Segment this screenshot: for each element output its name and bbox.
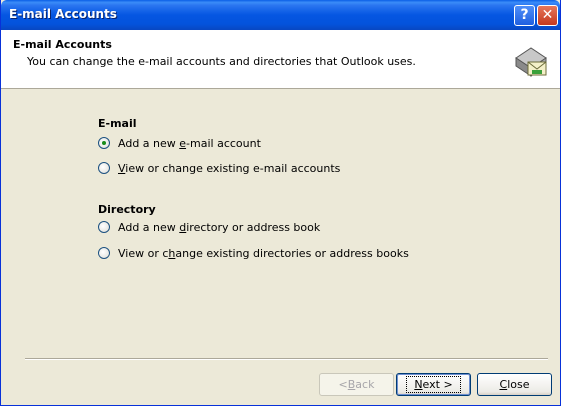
header-band: E-mail Accounts You can change the e-mai…	[1, 30, 560, 89]
radio-button[interactable]	[98, 247, 110, 259]
radio-label: View or change existing directories or a…	[118, 246, 409, 260]
radio-button-checked[interactable]	[98, 137, 110, 149]
radio-label: Add a new e-mail account	[118, 136, 261, 150]
back-button[interactable]: < Back	[319, 373, 394, 396]
email-accounts-icon	[515, 47, 547, 77]
directory-section-label: Directory	[98, 203, 156, 216]
close-button[interactable]: Close	[477, 373, 552, 396]
help-button[interactable]: ?	[514, 5, 535, 26]
close-window-button[interactable]: ✕	[537, 5, 558, 26]
radio-add-directory[interactable]: Add a new directory or address book	[98, 220, 320, 234]
radio-button[interactable]	[98, 221, 110, 233]
header-subtitle: You can change the e-mail accounts and d…	[27, 55, 416, 68]
title-bar[interactable]: E-mail Accounts ? ✕	[1, 0, 560, 30]
email-section-label: E-mail	[98, 117, 137, 130]
window-title: E-mail Accounts	[9, 7, 117, 21]
email-accounts-dialog: E-mail Accounts ? ✕ E-mail Accounts You …	[0, 0, 561, 406]
next-button[interactable]: Next >	[396, 373, 471, 396]
radio-label: View or change existing e-mail accounts	[118, 161, 341, 175]
header-title: E-mail Accounts	[13, 38, 112, 51]
radio-button[interactable]	[98, 162, 110, 174]
radio-label: Add a new directory or address book	[118, 220, 321, 234]
footer-separator	[25, 358, 548, 360]
radio-view-email-accounts[interactable]: View or change existing e-mail accounts	[98, 161, 340, 175]
radio-add-email-account[interactable]: Add a new e-mail account	[98, 136, 261, 150]
radio-view-directories[interactable]: View or change existing directories or a…	[98, 246, 409, 260]
